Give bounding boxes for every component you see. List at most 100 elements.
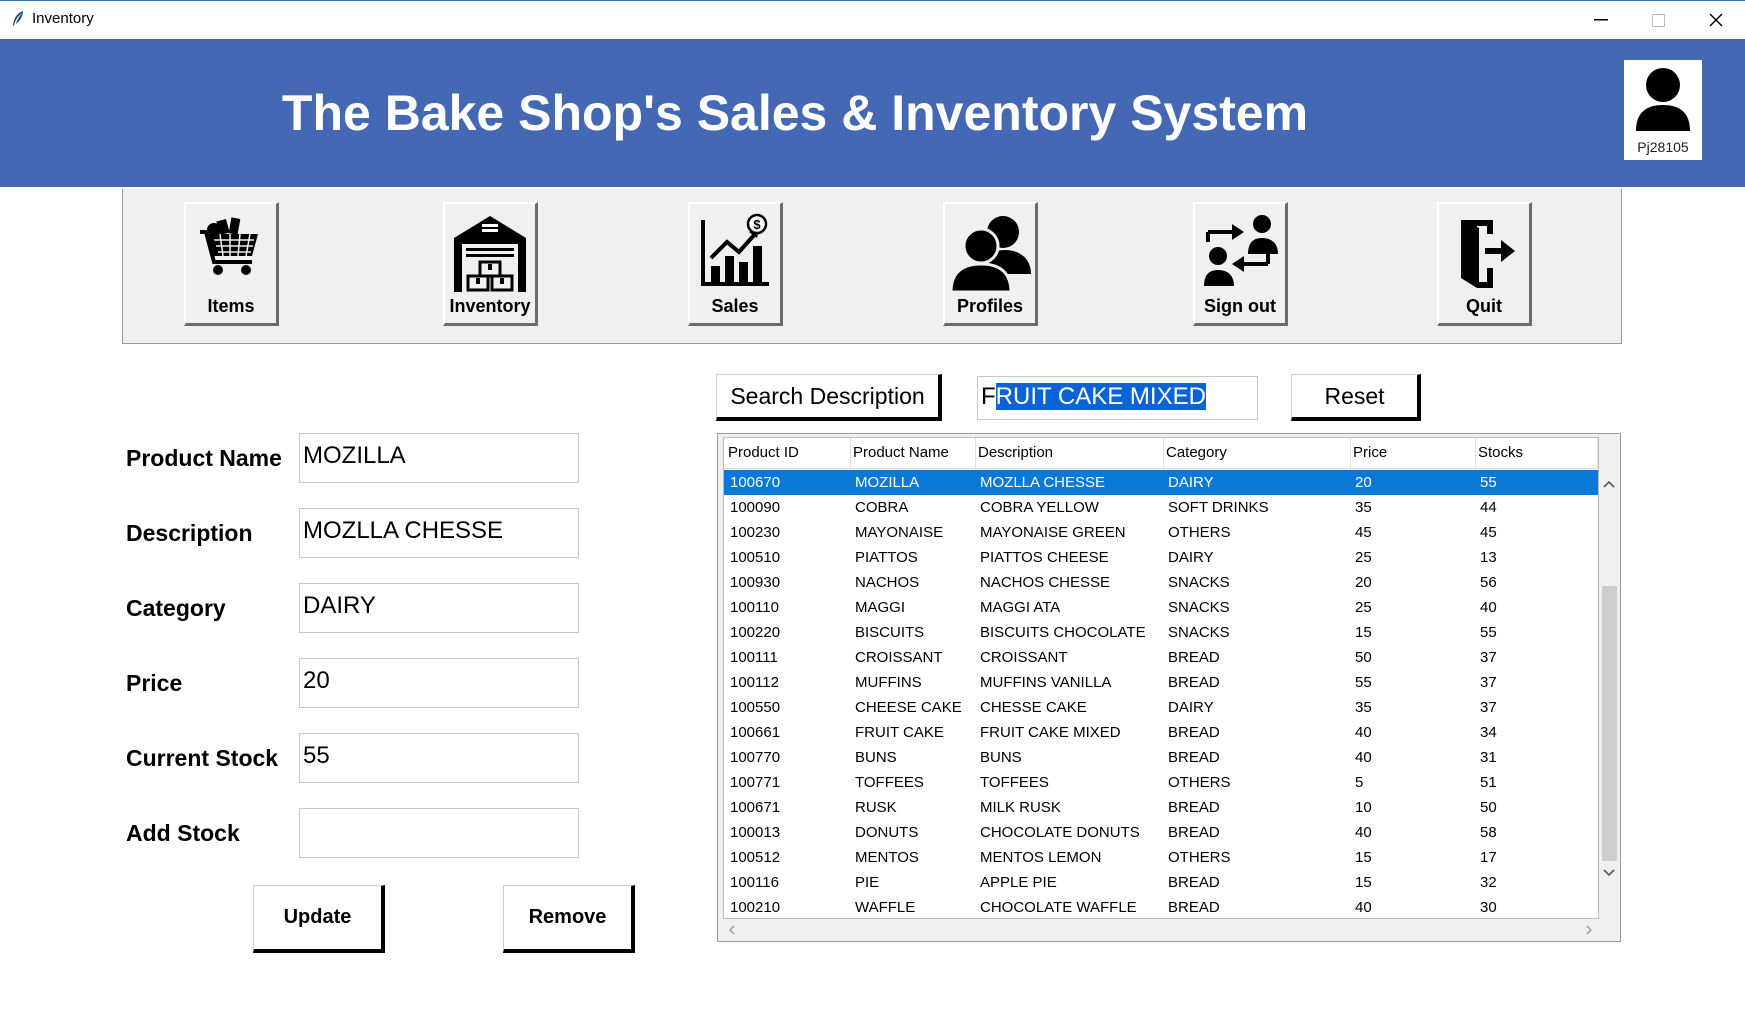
table-cell-product-id: 100111 (730, 649, 778, 666)
add-stock-label: Add Stock (126, 820, 240, 846)
nav-sign-out-button[interactable]: Sign out (1193, 202, 1288, 326)
table-cell-price: 40 (1355, 824, 1372, 841)
table-row[interactable]: 100670 MOZILLA MOZLLA CHESSE DAIRY 20 55 (724, 470, 1598, 495)
table-cell-stocks: 50 (1480, 799, 1497, 816)
table-cell-product-name: BISCUITS (855, 624, 925, 641)
description-input[interactable]: MOZLLA CHESSE (299, 508, 579, 558)
add-stock-input[interactable] (299, 808, 579, 858)
table-cell-description: BUNS (980, 749, 1022, 766)
table-row[interactable]: 100220 BISCUITS BISCUITS CHOCOLATE SNACKS 15… (724, 620, 1598, 645)
table-row[interactable]: 100013 DONUTS CHOCOLATE DONUTS BREAD 40 58 (724, 820, 1598, 845)
table-row[interactable]: 100771 TOFFEES TOFFEES OTHERS 5 51 (724, 770, 1598, 795)
column-header-price[interactable]: Price (1351, 438, 1476, 468)
table-cell-description: MOZLLA CHESSE (980, 474, 1106, 491)
table-cell-description: APPLE PIE (980, 874, 1057, 891)
table-cell-category: DAIRY (1168, 549, 1214, 566)
table-cell-description: FRUIT CAKE MIXED (980, 724, 1121, 741)
close-button[interactable] (1688, 1, 1744, 39)
current-stock-input[interactable]: 55 (299, 733, 579, 783)
column-header-product-id[interactable]: Product ID (726, 438, 851, 468)
horizontal-scrollbar[interactable] (723, 920, 1600, 938)
scroll-up-icon[interactable] (1603, 480, 1615, 488)
table-row[interactable]: 100671 RUSK MILK RUSK BREAD 10 50 (724, 795, 1598, 820)
table-cell-stocks: 34 (1480, 724, 1497, 741)
table-cell-price: 20 (1355, 574, 1372, 591)
minimize-button[interactable] (1573, 1, 1629, 39)
column-header-description[interactable]: Description (976, 438, 1164, 468)
main-toolbar (122, 189, 1622, 344)
table-cell-description: PIATTOS CHEESE (980, 549, 1109, 566)
nav-quit-button[interactable]: Quit (1437, 202, 1532, 326)
feather-app-icon (8, 9, 28, 29)
price-input[interactable]: 20 (299, 658, 579, 708)
table-cell-product-id: 100220 (730, 624, 781, 641)
table-cell-product-id: 100116 (730, 874, 779, 891)
table-cell-product-name: RUSK (855, 799, 897, 816)
maximize-button[interactable] (1630, 1, 1686, 39)
nav-profiles-label: Profiles (956, 296, 1024, 316)
table-row[interactable]: 100112 MUFFINS MUFFINS VANILLA BREAD 55 37 (724, 670, 1598, 695)
table-cell-product-id: 100661 (730, 724, 781, 741)
scroll-down-icon[interactable] (1603, 869, 1615, 877)
table-cell-price: 25 (1355, 599, 1372, 616)
table-row[interactable]: 100110 MAGGI MAGGI ATA SNACKS 25 40 (724, 595, 1598, 620)
table-cell-stocks: 44 (1480, 499, 1497, 516)
table-cell-product-name: MENTOS (855, 849, 919, 866)
table-header: Product ID Product Name Description Categor… (724, 438, 1598, 469)
table-cell-product-name: TOFFEES (855, 774, 924, 791)
table-cell-product-id: 100512 (730, 849, 781, 866)
table-cell-category: SNACKS (1168, 599, 1230, 616)
table-cell-product-id: 100670 (730, 474, 781, 491)
update-button[interactable]: Update (253, 885, 385, 953)
nav-items-label: Items (207, 296, 255, 316)
table-row[interactable]: 100210 WAFFLE CHOCOLATE WAFFLE BREAD 40 30 (724, 895, 1598, 918)
table-cell-product-id: 100770 (730, 749, 781, 766)
table-row[interactable]: 100661 FRUIT CAKE FRUIT CAKE MIXED BREAD 40 3… (724, 720, 1598, 745)
reset-button[interactable]: Reset (1291, 374, 1421, 421)
search-description-button[interactable]: Search Description (716, 374, 942, 421)
scroll-right-icon[interactable] (1585, 925, 1593, 935)
nav-sales-button[interactable]: $ Sales (688, 202, 783, 326)
column-header-category[interactable]: Category (1164, 438, 1351, 468)
window-titlebar: Inventory (0, 0, 1745, 38)
search-input[interactable]: FRUIT CAKE MIXED (977, 376, 1258, 420)
table-row[interactable]: 100512 MENTOS MENTOS LEMON OTHERS 15 17 (724, 845, 1598, 870)
table-row[interactable]: 100111 CROISSANT CROISSANT BREAD 50 37 (724, 645, 1598, 670)
category-input[interactable]: DAIRY (299, 583, 579, 633)
table-row[interactable]: 100930 NACHOS NACHOS CHESSE SNACKS 20 56 (724, 570, 1598, 595)
scroll-left-icon[interactable] (728, 925, 736, 935)
table-cell-product-name: NACHOS (855, 574, 920, 591)
table-cell-product-name: DONUTS (855, 824, 919, 841)
table-cell-price: 15 (1355, 874, 1372, 891)
table-row[interactable]: 100230 MAYONAISE MAYONAISE GREEN OTHERS 45 45 (724, 520, 1598, 545)
column-header-product-name[interactable]: Product Name (851, 438, 976, 468)
remove-button[interactable]: Remove (503, 885, 635, 953)
table-cell-description: CHESSE CAKE (980, 699, 1087, 716)
nav-items-button[interactable]: Items (184, 202, 279, 326)
window-title: Inventory (32, 10, 94, 27)
table-cell-description: CHOCOLATE DONUTS (980, 824, 1140, 841)
table-cell-stocks: 55 (1480, 624, 1497, 641)
nav-inventory-button[interactable]: Inventory (443, 202, 538, 326)
nav-quit-label: Quit (1466, 296, 1502, 316)
table-row[interactable]: 100116 PIE APPLE PIE BREAD 15 32 (724, 870, 1598, 895)
vertical-scroll-thumb[interactable] (1602, 586, 1617, 861)
table-cell-description: CHOCOLATE WAFFLE (980, 899, 1137, 916)
user-profile[interactable]: Pj28105 (1624, 60, 1702, 160)
column-header-stocks[interactable]: Stocks (1476, 438, 1598, 468)
table-row[interactable]: 100550 CHEESE CAKE CHESSE CAKE DAIRY 35 37 (724, 695, 1598, 720)
nav-sign-out-label: Sign out (1204, 296, 1276, 316)
table-row[interactable]: 100510 PIATTOS PIATTOS CHEESE DAIRY 25 13 (724, 545, 1598, 570)
table-cell-product-id: 100550 (730, 699, 781, 716)
table-cell-product-name: CHEESE CAKE (855, 699, 962, 716)
table-row[interactable]: 100770 BUNS BUNS BREAD 40 31 (724, 745, 1598, 770)
table-cell-price: 40 (1355, 749, 1372, 766)
search-input-selection: RUIT CAKE MIXED (995, 383, 1206, 410)
shopping-cart-icon (186, 212, 276, 294)
table-cell-description: MUFFINS VANILLA (980, 674, 1112, 691)
products-table[interactable]: Product ID Product Name Description Categor… (723, 437, 1599, 919)
product-name-input[interactable]: MOZILLA (299, 433, 579, 483)
nav-profiles-button[interactable]: Profiles (943, 202, 1038, 326)
table-cell-description: MILK RUSK (980, 799, 1061, 816)
table-row[interactable]: 100090 COBRA COBRA YELLOW SOFT DRINKS 35 44 (724, 495, 1598, 520)
